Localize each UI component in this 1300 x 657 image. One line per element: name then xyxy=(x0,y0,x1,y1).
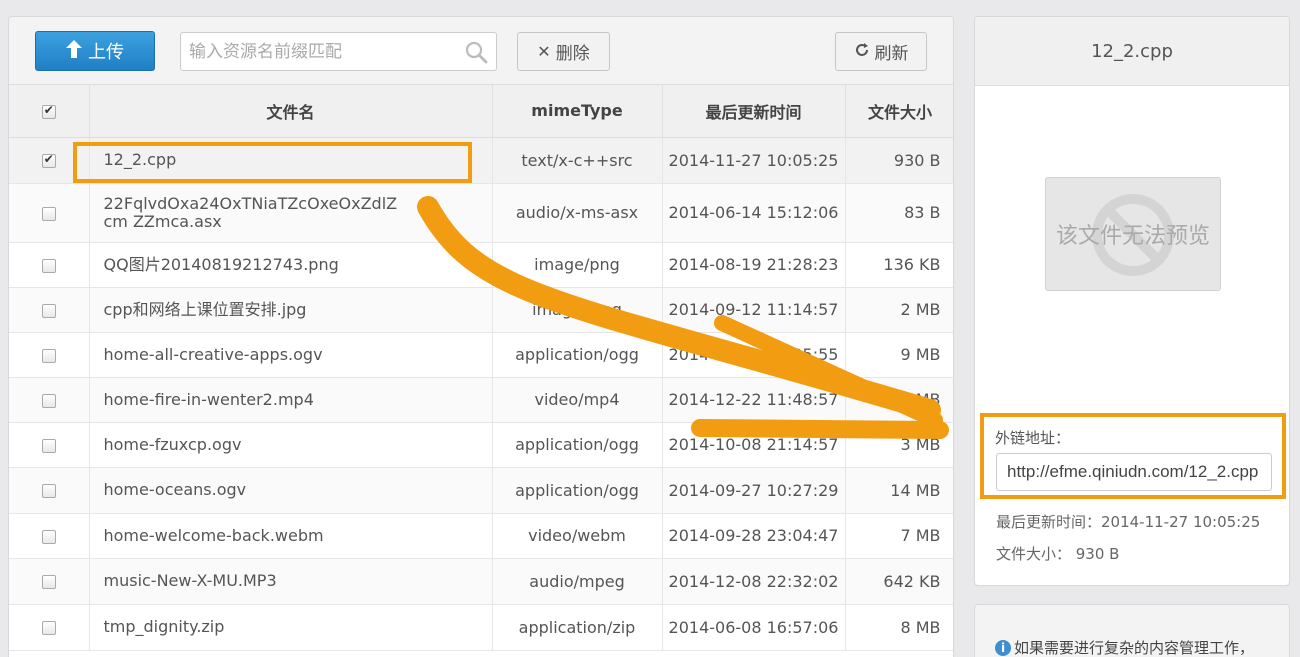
row-checkbox[interactable] xyxy=(41,529,56,544)
row-checkbox[interactable] xyxy=(41,303,56,318)
info-icon: i xyxy=(995,640,1011,656)
close-icon: ✕ xyxy=(537,42,551,61)
file-mimetype: video/mp4 xyxy=(492,377,663,423)
file-detail-panel: 12_2.cpp 该文件无法预览 外链地址： 最后更新时间：2014-11-27… xyxy=(974,16,1290,586)
table-row[interactable]: home-oceans.ogv application/ogg 2014-09-… xyxy=(9,467,953,514)
file-name[interactable]: home-welcome-back.webm xyxy=(89,513,493,559)
table-row[interactable]: QQ图片20140819212743.png image/png 2014-08… xyxy=(9,242,953,288)
file-name[interactable]: QQ图片20140819212743.png xyxy=(89,242,493,288)
toolbar: 上传 ✕ 删除 刷新 xyxy=(9,17,953,85)
file-updated-time: 2014-09-28 23:04:47 xyxy=(662,513,846,559)
file-size: 9 MB xyxy=(845,332,953,378)
upload-button[interactable]: 上传 xyxy=(35,31,155,71)
file-updated-time: 2014-10-08 21:14:57 xyxy=(662,422,846,468)
refresh-button[interactable]: 刷新 xyxy=(835,32,927,71)
upload-label: 上传 xyxy=(88,42,124,63)
preview-placeholder: 该文件无法预览 xyxy=(1045,177,1221,291)
external-link-highlight xyxy=(980,413,1286,499)
file-mimetype: application/ogg xyxy=(492,422,663,468)
file-mimetype: application/zip xyxy=(492,604,663,651)
file-size: 2 MB xyxy=(845,287,953,333)
info-panel: i 如果需要进行复杂的内容管理工作， xyxy=(974,604,1290,657)
table-header-row: 文件名 mimeType 最后更新时间 文件大小 xyxy=(9,85,953,138)
file-size: 14 MB xyxy=(845,467,953,514)
info-message: i 如果需要进行复杂的内容管理工作， xyxy=(995,637,1254,657)
file-name[interactable]: tmp_dignity.zip xyxy=(89,604,493,651)
file-updated-time: 2014-06-14 15:12:06 xyxy=(662,183,846,243)
row-checkbox[interactable] xyxy=(41,621,56,635)
row-checkbox[interactable] xyxy=(41,152,56,168)
file-mimetype: text/x-c++src xyxy=(492,137,663,184)
table-row[interactable]: cpp和网络上课位置安排.jpg image/jpeg 2014-09-12 1… xyxy=(9,287,953,333)
refresh-label: 刷新 xyxy=(874,44,909,64)
file-name[interactable]: home-all-creative-apps.ogv xyxy=(89,332,493,378)
row-checkbox[interactable] xyxy=(41,393,56,408)
table-row[interactable]: home-all-creative-apps.ogv application/o… xyxy=(9,332,953,378)
file-size: 7 MB xyxy=(845,513,953,559)
table-row[interactable]: home-fzuxcp.ogv application/ogg 2014-10-… xyxy=(9,422,953,468)
file-size-info: 文件大小： 930 B xyxy=(996,545,1120,563)
updated-time-info: 最后更新时间：2014-11-27 10:05:25 xyxy=(996,513,1261,531)
file-mimetype: application/ogg xyxy=(492,332,663,378)
search-box xyxy=(180,32,497,71)
file-list-panel: 上传 ✕ 删除 刷新 xyxy=(8,16,954,657)
header-mimetype[interactable]: mimeType xyxy=(492,85,663,138)
selected-file-highlight xyxy=(73,142,472,183)
header-file-size[interactable]: 文件大小 xyxy=(845,85,953,138)
search-input[interactable] xyxy=(181,33,451,70)
row-checkbox[interactable] xyxy=(41,438,56,453)
header-filename[interactable]: 文件名 xyxy=(89,85,493,138)
upload-arrow-icon xyxy=(66,39,82,63)
no-preview-text: 该文件无法预览 xyxy=(1055,224,1210,249)
file-name-text: 22FqlvdOxa24OxTNiaTZcOxeOxZdlZcm ZZmca.a… xyxy=(103,193,398,231)
table-row[interactable]: home-fire-in-wenter2.mp4 video/mp4 2014-… xyxy=(9,377,953,423)
file-size: 3 MB xyxy=(845,422,953,468)
row-checkbox[interactable] xyxy=(41,258,56,273)
file-updated-time: 2014-09-27 10:27:29 xyxy=(662,467,846,514)
file-mimetype: application/ogg xyxy=(492,467,663,514)
file-size: 83 B xyxy=(845,183,953,243)
file-size: 930 B xyxy=(845,137,953,184)
header-updated-time[interactable]: 最后更新时间 xyxy=(662,85,846,138)
file-updated-time: 2014-11-27 10:05:25 xyxy=(662,137,846,184)
row-checkbox[interactable] xyxy=(41,348,56,363)
select-all-checkbox[interactable] xyxy=(41,103,56,119)
file-updated-time: 2014-12-08 22:32:02 xyxy=(662,558,846,605)
file-updated-time: 2014-06-08 16:57:06 xyxy=(662,604,846,651)
file-name[interactable]: home-fire-in-wenter2.mp4 xyxy=(89,377,493,423)
file-mimetype: audio/mpeg xyxy=(492,558,663,605)
row-checkbox[interactable] xyxy=(41,484,56,498)
refresh-icon xyxy=(854,42,870,62)
file-mimetype: video/webm xyxy=(492,513,663,559)
file-name[interactable]: home-oceans.ogv xyxy=(89,467,493,514)
delete-label: 删除 xyxy=(555,44,590,64)
file-updated-time: 2014-08-19 21:28:23 xyxy=(662,242,846,288)
file-size: 8 MB xyxy=(845,604,953,651)
file-mimetype: image/png xyxy=(492,242,663,288)
file-name[interactable]: cpp和网络上课位置安排.jpg xyxy=(89,287,493,333)
table-row[interactable]: 22FqlvdOxa24OxTNiaTZcOxeOxZdlZcm ZZmca.a… xyxy=(9,183,953,243)
file-size: 4 MB xyxy=(845,377,953,423)
file-updated-time: 2014-10-13 11:05:55 xyxy=(662,332,846,378)
file-mimetype: audio/x-ms-asx xyxy=(492,183,663,243)
table-row[interactable]: music-New-X-MU.MP3 audio/mpeg 2014-12-08… xyxy=(9,558,953,605)
select-all-header xyxy=(9,85,90,138)
delete-button[interactable]: ✕ 删除 xyxy=(517,32,610,71)
file-name[interactable]: music-New-X-MU.MP3 xyxy=(89,558,493,605)
table-row[interactable]: tmp_dignity.zip application/zip 2014-06-… xyxy=(9,604,953,651)
file-updated-time: 2014-12-22 11:48:57 xyxy=(662,377,846,423)
table-row[interactable]: home-welcome-back.webm video/webm 2014-0… xyxy=(9,513,953,559)
row-checkbox[interactable] xyxy=(41,575,56,589)
row-checkbox[interactable] xyxy=(41,206,56,221)
file-size: 136 KB xyxy=(845,242,953,288)
file-updated-time: 2014-09-12 11:14:57 xyxy=(662,287,846,333)
info-text: 如果需要进行复杂的内容管理工作， xyxy=(1014,639,1255,657)
search-icon[interactable] xyxy=(464,40,488,64)
file-size: 642 KB xyxy=(845,558,953,605)
preview-title: 12_2.cpp xyxy=(975,17,1289,86)
file-mimetype: image/jpeg xyxy=(492,287,663,333)
file-name[interactable]: home-fzuxcp.ogv xyxy=(89,422,493,468)
file-name[interactable]: 22FqlvdOxa24OxTNiaTZcOxeOxZdlZcm ZZmca.a… xyxy=(89,183,493,243)
